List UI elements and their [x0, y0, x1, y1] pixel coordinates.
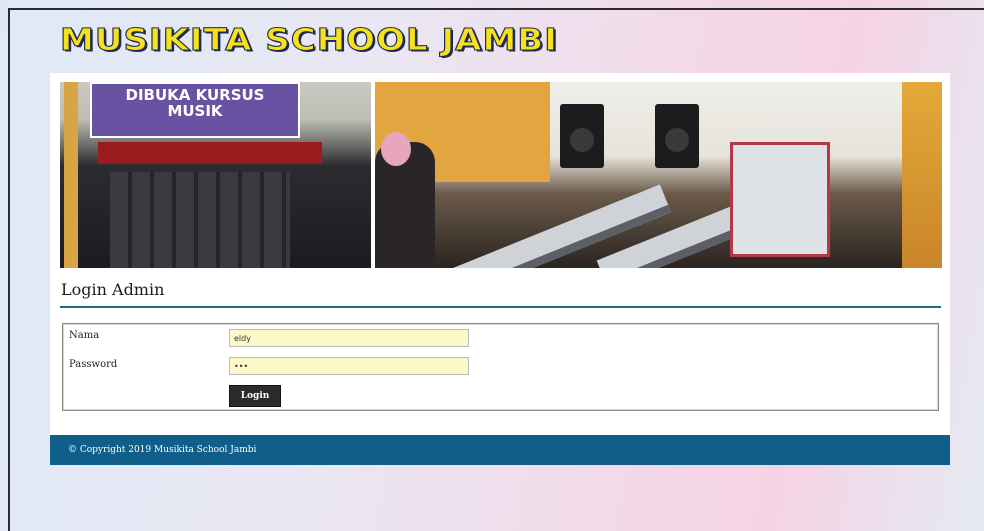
main-container: DIBUKA KURSUS MUSIK Login Admin Nama Pas… [50, 73, 950, 465]
name-input[interactable] [229, 329, 469, 347]
guitar-rack [902, 82, 942, 268]
login-button[interactable]: Login [229, 385, 281, 407]
page-title: Login Admin [61, 280, 165, 299]
studio-photo [375, 82, 942, 268]
display-case [730, 142, 830, 257]
footer-copyright: © Copyright 2019 Musikita School Jambi [50, 435, 950, 465]
title-divider [60, 306, 941, 308]
storefront-door [110, 172, 290, 268]
speaker-right [655, 104, 699, 168]
login-form: Nama Password Login [62, 323, 939, 411]
password-label: Password [69, 359, 118, 370]
sign-line-1: DIBUKA KURSUS [125, 86, 265, 104]
storefront-pillar [64, 82, 78, 268]
name-label: Nama [69, 330, 100, 341]
sign-line-2: MUSIK [167, 102, 223, 120]
header-banner: DIBUKA KURSUS MUSIK [60, 82, 942, 268]
password-input[interactable] [229, 357, 469, 375]
storefront-awning [98, 142, 322, 164]
site-title: MUSIKITA SCHOOL JAMBI [59, 21, 558, 58]
storefront-photo: DIBUKA KURSUS MUSIK [60, 82, 371, 268]
speaker-left [560, 104, 604, 168]
studio-person [375, 132, 435, 268]
storefront-sign: DIBUKA KURSUS MUSIK [90, 82, 300, 138]
